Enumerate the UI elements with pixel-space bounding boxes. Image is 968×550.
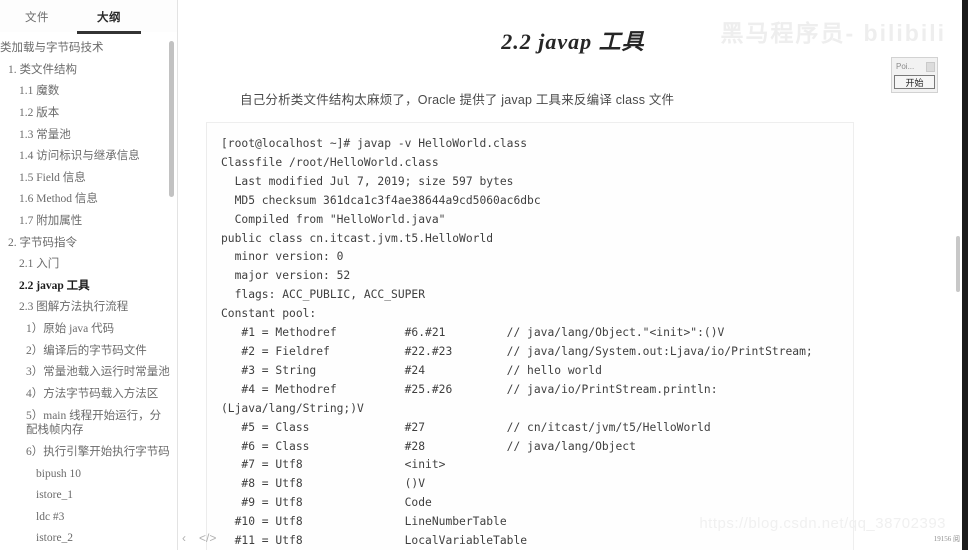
read-count-badge: 19156 阅 bbox=[933, 535, 960, 543]
outline-item[interactable]: 2.3 图解方法执行流程 bbox=[0, 297, 178, 319]
intro-paragraph: 自己分析类文件结构太麻烦了，Oracle 提供了 javap 工具来反编译 cl… bbox=[240, 93, 675, 107]
code-line: #7 = Utf8 <init> bbox=[221, 458, 446, 472]
start-button[interactable]: 开始 bbox=[894, 75, 935, 89]
sidebar-scrollbar[interactable] bbox=[169, 41, 174, 197]
code-line: Constant pool: bbox=[221, 307, 317, 321]
code-line: #4 = Methodref #25.#26 // java/io/PrintS… bbox=[221, 382, 718, 396]
code-line: Compiled from "HelloWorld.java" bbox=[221, 212, 446, 226]
url-watermark: https://blog.csdn.net/qq_38702393 bbox=[699, 515, 946, 532]
app-window: 文件 大纲 类加载与字节码技术 1. 类文件结构 1.1 魔数 1.2 版本 1.3 常… bbox=[0, 0, 968, 550]
outline-item[interactable]: bipush 10 bbox=[0, 463, 178, 485]
viewer-footer-toolbar: ‹ </> bbox=[0, 526, 216, 550]
code-line: major version: 52 bbox=[221, 269, 351, 283]
outline-item[interactable]: 4）方法字节码载入方法区 bbox=[0, 384, 178, 406]
code-line: #6 = Class #28 // java/lang/Object bbox=[221, 439, 636, 453]
outline-item[interactable]: 5）main 线程开始运行，分配栈帧内存 bbox=[0, 405, 178, 442]
code-line: public class cn.itcast.jvm.t5.HelloWorld bbox=[221, 231, 494, 245]
code-line: (Ljava/lang/String;)V bbox=[221, 401, 364, 415]
outline-item[interactable]: 2.2 javap 工具 bbox=[0, 276, 178, 298]
recorder-source-select[interactable]: Poi... bbox=[894, 60, 935, 73]
outline-item[interactable]: 类加载与字节码技术 bbox=[0, 38, 178, 60]
code-line: Last modified Jul 7, 2019; size 597 byte… bbox=[221, 174, 514, 188]
collapse-sidebar-icon[interactable]: ‹ bbox=[182, 532, 186, 544]
outline-tree[interactable]: 类加载与字节码技术 1. 类文件结构 1.1 魔数 1.2 版本 1.3 常量池 1.4 … bbox=[0, 32, 178, 550]
code-line: minor version: 0 bbox=[221, 250, 344, 264]
document-viewer: 黑马程序员- bilibili 2.2 javap 工具 自己分析类文件结构太麻… bbox=[178, 0, 968, 550]
source-code-icon[interactable]: </> bbox=[199, 532, 216, 544]
outline-item[interactable]: istore_1 bbox=[0, 485, 178, 507]
outline-item[interactable]: 1.1 魔数 bbox=[0, 81, 178, 103]
tab-outline[interactable]: 大纲 bbox=[77, 9, 141, 34]
code-line: Classfile /root/HelloWorld.class bbox=[221, 155, 439, 169]
code-line: #3 = String #24 // hello world bbox=[221, 363, 602, 377]
code-line: #5 = Class #27 // cn/itcast/jvm/t5/Hello… bbox=[221, 420, 711, 434]
code-line: flags: ACC_PUBLIC, ACC_SUPER bbox=[221, 288, 426, 302]
outline-item[interactable]: 2）编译后的字节码文件 bbox=[0, 340, 178, 362]
chevron-down-icon[interactable] bbox=[926, 61, 935, 72]
code-line: #11 = Utf8 LocalVariableTable bbox=[221, 534, 528, 548]
outline-item[interactable]: 1.3 常量池 bbox=[0, 124, 178, 146]
recorder-source-label: Poi... bbox=[896, 62, 915, 71]
recorder-panel[interactable]: Poi... 开始 bbox=[891, 57, 938, 93]
page-scrollbar[interactable] bbox=[956, 236, 960, 292]
sidebar: 文件 大纲 类加载与字节码技术 1. 类文件结构 1.1 魔数 1.2 版本 1.3 常… bbox=[0, 0, 178, 550]
code-line: [root@localhost ~]# javap -v HelloWorld.… bbox=[221, 137, 528, 150]
outline-item[interactable]: ldc #3 bbox=[0, 506, 178, 528]
outline-item[interactable]: 2. 字节码指令 bbox=[0, 232, 178, 254]
outline-item[interactable]: 1.5 Field 信息 bbox=[0, 168, 178, 190]
window-right-edge bbox=[962, 0, 968, 550]
brand-watermark: 黑马程序员- bilibili bbox=[720, 20, 946, 46]
tab-file[interactable]: 文件 bbox=[25, 9, 49, 31]
code-line: #1 = Methodref #6.#21 // java/lang/Objec… bbox=[221, 326, 725, 340]
code-line: MD5 checksum 361dca1c3f4ae38644a9cd5060a… bbox=[221, 193, 541, 207]
outline-item[interactable]: 3）常量池载入运行时常量池 bbox=[0, 362, 178, 384]
sidebar-tab-bar: 文件 大纲 bbox=[0, 0, 178, 34]
code-line: #2 = Fieldref #22.#23 // java/lang/Syste… bbox=[221, 344, 813, 358]
outline-item[interactable]: 1. 类文件结构 bbox=[0, 60, 178, 82]
code-block[interactable]: [root@localhost ~]# javap -v HelloWorld.… bbox=[206, 122, 854, 550]
outline-item[interactable]: 1）原始 java 代码 bbox=[0, 319, 178, 341]
code-line: #9 = Utf8 Code bbox=[221, 496, 432, 510]
outline-item[interactable]: 6）执行引擎开始执行字节码 bbox=[0, 442, 178, 464]
outline-item[interactable]: 1.2 版本 bbox=[0, 103, 178, 125]
code-line: #8 = Utf8 ()V bbox=[221, 477, 426, 491]
outline-item[interactable]: 1.7 附加属性 bbox=[0, 211, 178, 233]
outline-item[interactable]: 1.4 访问标识与继承信息 bbox=[0, 146, 178, 168]
outline-item[interactable]: 1.6 Method 信息 bbox=[0, 189, 178, 211]
outline-item[interactable]: 2.1 入门 bbox=[0, 254, 178, 276]
